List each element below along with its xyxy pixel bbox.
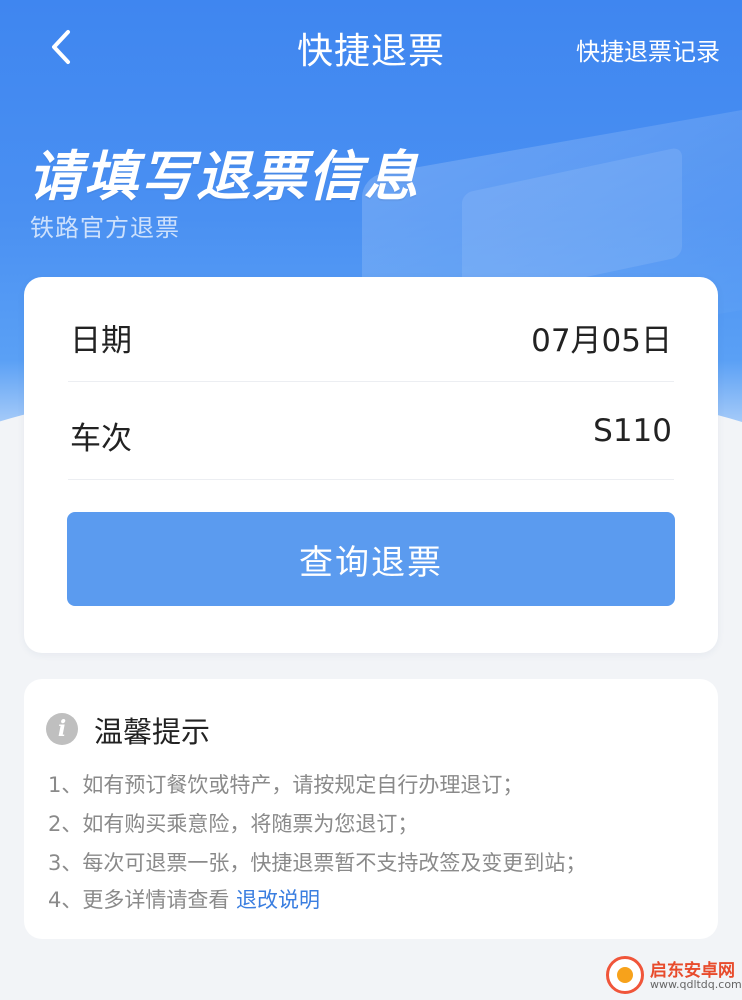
- date-value[interactable]: 07月05日: [531, 315, 672, 360]
- refund-form-card: 日期 07月05日 车次 S110 查询退票: [24, 277, 718, 653]
- info-icon: i: [46, 713, 78, 745]
- banner-title: 请填写退票信息: [28, 145, 420, 208]
- tip-item: 3、每次可退票一张，快捷退票暂不支持改签及变更到站；: [48, 851, 587, 875]
- train-number-label: 车次: [70, 421, 132, 457]
- watermark-url: www.qdltdq.com: [650, 978, 742, 991]
- query-refund-button[interactable]: 查询退票: [67, 512, 675, 606]
- train-number-value[interactable]: S110: [593, 413, 672, 449]
- tips-title: 温馨提示: [94, 715, 211, 749]
- refund-rules-link[interactable]: 退改说明: [236, 888, 320, 912]
- watermark-logo-icon: [606, 956, 644, 994]
- tip-item: 1、如有预订餐饮或特产，请按规定自行办理退订；: [48, 773, 524, 797]
- refund-records-link[interactable]: 快捷退票记录: [576, 32, 720, 67]
- tip-item-text: 4、更多详情请查看: [48, 888, 237, 912]
- nav-bar: 快捷退票 快捷退票记录: [0, 0, 742, 98]
- tip-item: 2、如有购买乘意险，将随票为您退订；: [48, 812, 419, 836]
- tips-card: i 温馨提示 1、如有预订餐饮或特产，请按规定自行办理退订； 2、如有购买乘意险…: [24, 679, 718, 939]
- date-row[interactable]: 日期 07月05日: [68, 285, 674, 382]
- tip-item-with-link: 4、更多详情请查看 退改说明: [48, 884, 320, 914]
- watermark: 启东安卓网 www.qdltdq.com: [606, 954, 742, 996]
- banner-subtitle: 铁路官方退票: [30, 214, 180, 242]
- date-label: 日期: [70, 323, 132, 359]
- train-number-row[interactable]: 车次 S110: [68, 383, 674, 480]
